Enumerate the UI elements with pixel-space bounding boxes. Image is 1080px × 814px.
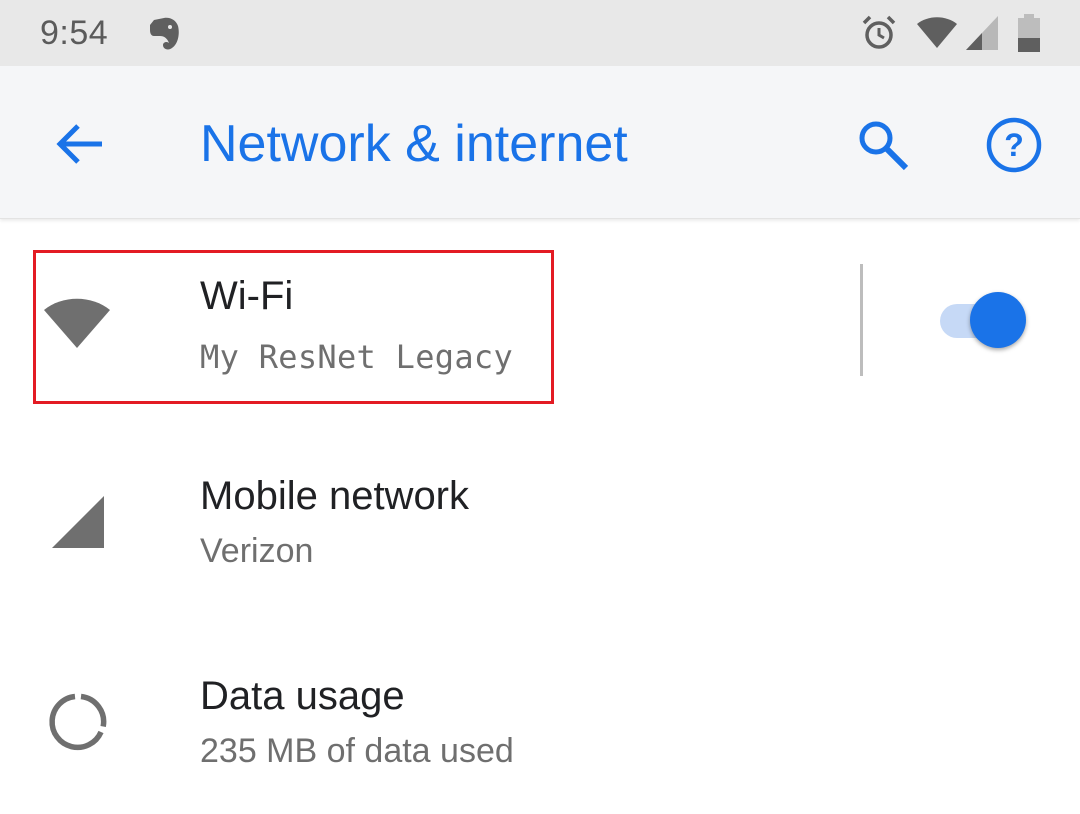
search-icon[interactable] <box>856 118 910 177</box>
highlight-box <box>33 250 554 404</box>
alarm-icon <box>860 14 898 57</box>
status-bar: 9:54 <box>0 0 1080 66</box>
divider <box>860 264 863 376</box>
settings-item-mobile-network[interactable]: Mobile network Verizon <box>0 430 1080 610</box>
cellular-icon <box>50 494 106 555</box>
settings-item-title: Mobile network <box>200 474 470 518</box>
settings-item-subtitle: Verizon <box>200 532 314 570</box>
app-bar: Network & internet ? <box>0 66 1080 219</box>
settings-item-subtitle: 235 MB of data used <box>200 732 514 770</box>
svg-text:?: ? <box>1004 127 1024 163</box>
settings-item-data-usage[interactable]: Data usage 235 MB of data used <box>0 630 1080 810</box>
settings-item-title: Data usage <box>200 674 405 718</box>
data-usage-icon <box>48 692 108 757</box>
toggle-thumb <box>970 292 1026 348</box>
page-title: Network & internet <box>200 115 628 173</box>
cell-signal-icon <box>964 14 1000 57</box>
status-time: 9:54 <box>40 14 109 52</box>
wifi-signal-icon <box>916 16 958 55</box>
arrow-back-icon[interactable] <box>54 122 104 171</box>
evernote-icon <box>148 16 182 57</box>
wifi-toggle[interactable] <box>938 292 1026 350</box>
battery-icon <box>1018 14 1040 57</box>
help-icon[interactable]: ? <box>986 117 1042 178</box>
